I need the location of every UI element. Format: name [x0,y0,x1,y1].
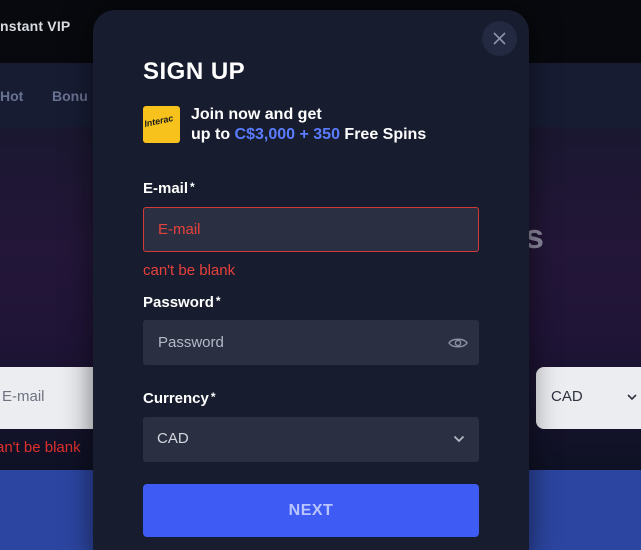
email-input[interactable] [144,208,478,251]
password-label: Password * [143,294,221,311]
background-nav-item-bonus[interactable]: Bonu [52,88,88,104]
background-nav-item-hot[interactable]: Hot [0,88,23,104]
email-required-star: * [190,180,195,194]
next-button[interactable]: NEXT [143,484,479,537]
currency-select-value: CAD [157,430,189,447]
interac-logo: Interac [143,106,180,143]
background-email-placeholder: E-mail [2,388,45,405]
email-label-text: E-mail [143,180,189,197]
password-field-wrapper [143,320,479,365]
email-error-message: can't be blank [143,262,236,279]
email-field-wrapper [143,207,479,252]
password-required-star: * [215,294,221,308]
chevron-down-icon [453,435,465,443]
background-vip-link[interactable]: nstant VIP [0,18,70,34]
currency-select[interactable]: CAD [143,417,479,462]
email-label: E-mail * [143,180,195,197]
close-button[interactable] [482,21,517,56]
interac-logo-text: Interac [143,113,175,129]
password-label-text: Password [143,294,214,311]
background-error-text: an't be blank [0,439,81,456]
promo-prefix: up to [191,126,235,143]
signup-modal: SIGN UP Interac Join now and get up to C… [93,10,529,550]
promo-suffix: Free Spins [339,126,427,143]
promo-line-2: up to C$3,000 + 350 Free Spins [191,125,426,145]
promo-text: Join now and get up to C$3,000 + 350 Fre… [191,105,426,145]
currency-label-text: Currency [143,390,209,407]
close-icon [493,32,506,45]
password-input[interactable] [144,321,478,364]
promo-line-1: Join now and get [191,106,322,123]
currency-label: Currency * [143,390,216,407]
modal-title: SIGN UP [143,58,246,85]
promo-amount: C$3,000 + 350 [234,126,340,143]
currency-required-star: * [210,390,216,404]
eye-icon[interactable] [448,335,468,351]
background-chevron-down-icon [627,394,637,401]
background-currency-value: CAD [551,388,583,405]
